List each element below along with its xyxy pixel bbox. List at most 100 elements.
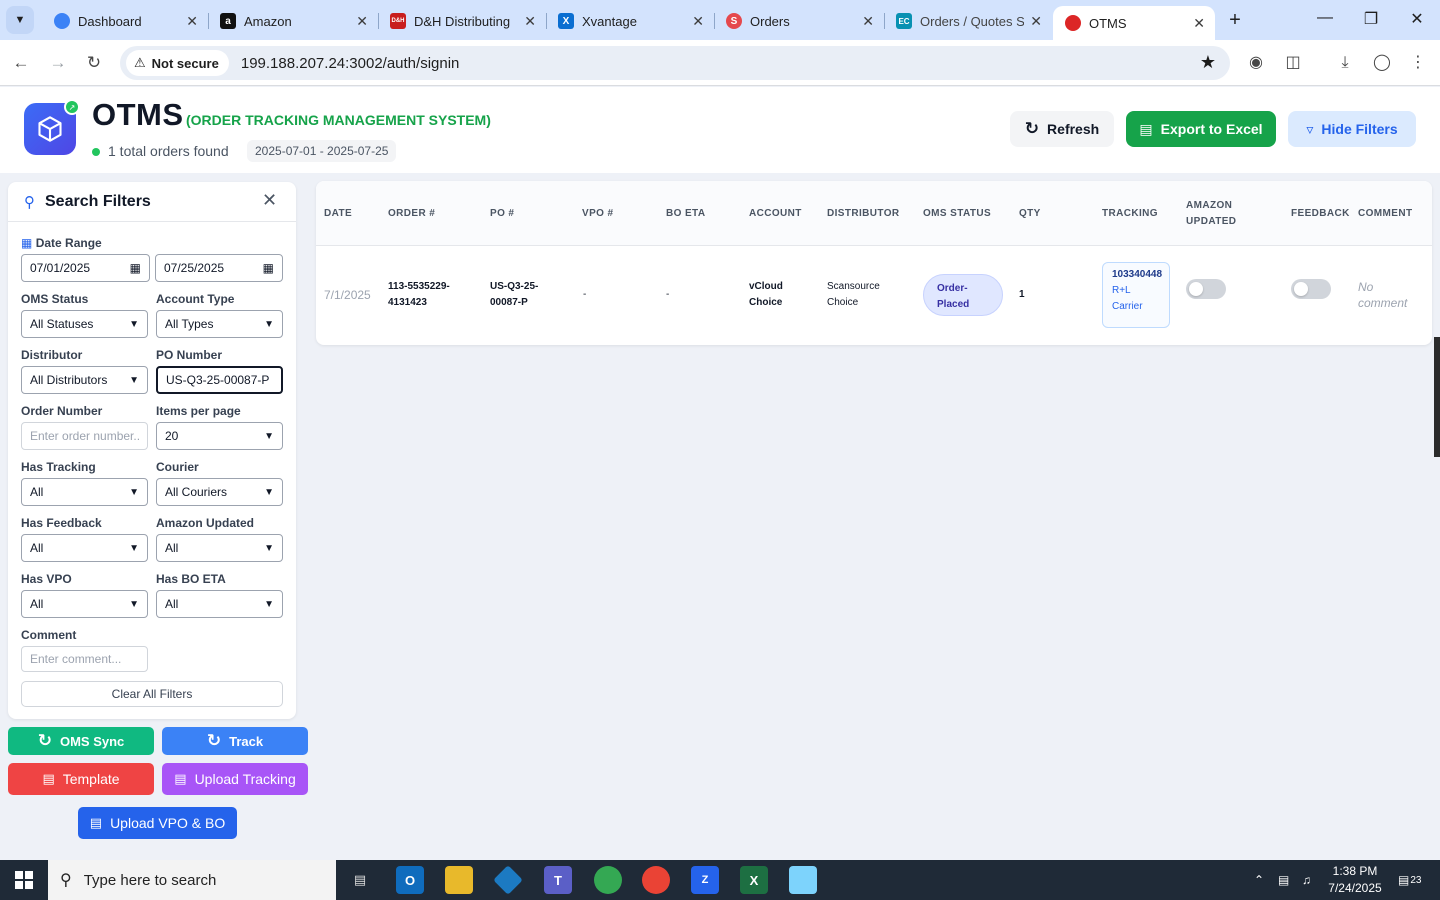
notifications-icon[interactable]: ▤ 23: [1398, 860, 1421, 900]
translate-globe-icon[interactable]: ◉: [1245, 52, 1267, 74]
row-bo-eta: -: [666, 289, 670, 300]
amazon-updated-toggle[interactable]: [1186, 279, 1226, 299]
tab-dh-distributing[interactable]: D&H D&H Distributing ✕: [378, 6, 547, 36]
close-tab-icon[interactable]: ✕: [186, 13, 198, 30]
tab-xvantage[interactable]: X Xvantage ✕: [546, 6, 715, 36]
tracking-cell[interactable]: 103340448 R+L Carrier: [1102, 262, 1170, 328]
col-date[interactable]: DATE: [324, 206, 352, 222]
extensions-icon[interactable]: ◫: [1282, 52, 1304, 74]
forward-arrow-icon[interactable]: →: [47, 52, 69, 74]
row-distributor: Scansource Choice: [827, 281, 880, 308]
col-order[interactable]: ORDER #: [388, 206, 435, 222]
chrome-profile-icon[interactable]: [642, 866, 670, 894]
outlook-icon[interactable]: O: [396, 866, 424, 894]
refresh-button[interactable]: ↻ Refresh: [1010, 111, 1114, 147]
volume-icon[interactable]: ♫: [1302, 860, 1311, 900]
notepad-icon[interactable]: [789, 866, 817, 894]
tab-amazon[interactable]: a Amazon ✕: [208, 6, 379, 36]
tray-chevron-up-icon[interactable]: ⌃: [1254, 860, 1264, 900]
col-bo-eta[interactable]: BO ETA: [666, 206, 705, 222]
file-explorer-icon[interactable]: [445, 866, 473, 894]
taskbar-search-input[interactable]: ⚲ Type here to search: [48, 860, 336, 900]
order-number-input[interactable]: Enter order number...: [21, 422, 148, 450]
col-account[interactable]: ACCOUNT: [749, 206, 802, 222]
oms-sync-button[interactable]: ↻ OMS Sync: [8, 727, 154, 755]
tab-search-chevron-icon[interactable]: ▼: [6, 6, 34, 34]
bookmark-star-icon[interactable]: ★: [1200, 52, 1216, 73]
menu-kebab-icon[interactable]: ⋮: [1407, 52, 1429, 74]
profile-icon[interactable]: ◯: [1371, 52, 1393, 74]
col-tracking[interactable]: TRACKING: [1102, 206, 1158, 222]
url-text[interactable]: 199.188.207.24:3002/auth/signin: [241, 55, 460, 72]
date-from-input[interactable]: 07/01/2025 ▦: [21, 254, 150, 282]
upload-tracking-button[interactable]: ▤ Upload Tracking: [162, 763, 308, 795]
po-number-input[interactable]: US-Q3-25-00087-P: [156, 366, 283, 394]
col-amazon-updated[interactable]: AMAZON UPDATED: [1186, 198, 1236, 230]
network-icon[interactable]: ▤: [1278, 860, 1289, 900]
clear-all-filters-button[interactable]: Clear All Filters: [21, 681, 283, 707]
has-tracking-select[interactable]: All ▼: [21, 478, 148, 506]
account-type-label: Account Type: [156, 292, 235, 306]
security-chip[interactable]: ⚠ Not secure: [126, 50, 229, 76]
tab-dashboard[interactable]: Dashboard ✕: [42, 6, 209, 36]
col-qty[interactable]: QTY: [1019, 206, 1041, 222]
close-tab-icon[interactable]: ✕: [356, 13, 368, 30]
date-to-input[interactable]: 07/25/2025 ▦: [155, 254, 283, 282]
windows-start-icon[interactable]: [0, 860, 48, 900]
close-tab-icon[interactable]: ✕: [692, 13, 704, 30]
oms-status-select[interactable]: All Statuses ▼: [21, 310, 148, 338]
row-po-number[interactable]: US-Q3-25- 00087-P: [490, 279, 538, 311]
close-tab-icon[interactable]: ✕: [1030, 13, 1042, 30]
close-tab-icon[interactable]: ✕: [862, 13, 874, 30]
hide-filters-button[interactable]: ▿ Hide Filters: [1288, 111, 1416, 147]
upload-vpo-bo-button[interactable]: ▤ Upload VPO & BO: [78, 807, 237, 839]
col-feedback[interactable]: FEEDBACK: [1291, 206, 1350, 222]
col-po[interactable]: PO #: [490, 206, 514, 222]
track-button[interactable]: ↻ Track: [162, 727, 308, 755]
template-button[interactable]: ▤ Template: [8, 763, 154, 795]
chrome-icon[interactable]: [594, 866, 622, 894]
has-bo-eta-select[interactable]: All ▼: [156, 590, 283, 618]
tab-otms[interactable]: OTMS ✕: [1053, 6, 1215, 40]
items-per-page-select[interactable]: 20 ▼: [156, 422, 283, 450]
export-excel-button[interactable]: ▤ Export to Excel: [1126, 111, 1276, 147]
restore-icon[interactable]: ❐: [1356, 9, 1386, 29]
search-icon: ⚲: [24, 194, 35, 211]
feedback-toggle[interactable]: [1291, 279, 1331, 299]
close-window-icon[interactable]: ✕: [1402, 9, 1432, 29]
taskbar-clock[interactable]: 1:38 PM 7/24/2025: [1316, 863, 1394, 897]
account-type-select[interactable]: All Types ▼: [156, 310, 283, 338]
col-comment[interactable]: COMMENT: [1358, 206, 1412, 222]
courier-select[interactable]: All Couriers ▼: [156, 478, 283, 506]
download-icon[interactable]: ⤓: [1334, 52, 1356, 74]
task-view-icon[interactable]: ▤: [346, 866, 374, 894]
close-tab-icon[interactable]: ✕: [1193, 15, 1205, 32]
excel-icon[interactable]: X: [740, 866, 768, 894]
comment-input[interactable]: Enter comment...: [21, 646, 148, 672]
has-feedback-select[interactable]: All ▼: [21, 534, 148, 562]
address-bar[interactable]: ⚠ Not secure 199.188.207.24:3002/auth/si…: [120, 46, 1230, 80]
calendar-picker-icon[interactable]: ▦: [263, 261, 274, 275]
row-order-number[interactable]: 113-5535229- 4131423: [388, 279, 450, 311]
new-tab-plus-icon[interactable]: +: [1224, 9, 1246, 31]
back-arrow-icon[interactable]: ←: [10, 52, 32, 74]
col-oms-status[interactable]: OMS STATUS: [923, 206, 991, 222]
trending-badge-icon: ↗: [64, 99, 80, 115]
col-distributor[interactable]: DISTRIBUTOR: [827, 206, 900, 222]
page-scrollbar[interactable]: [1434, 337, 1440, 457]
amazon-updated-select[interactable]: All ▼: [156, 534, 283, 562]
reload-icon[interactable]: ↻: [83, 52, 105, 74]
close-tab-icon[interactable]: ✕: [524, 13, 536, 30]
app-diamond-icon[interactable]: [493, 865, 523, 895]
calendar-picker-icon[interactable]: ▦: [130, 261, 141, 275]
close-filters-icon[interactable]: ✕: [262, 190, 277, 211]
distributor-select[interactable]: All Distributors ▼: [21, 366, 148, 394]
col-vpo[interactable]: VPO #: [582, 206, 613, 222]
row-comment[interactable]: No comment: [1358, 279, 1407, 311]
teams-icon[interactable]: T: [544, 866, 572, 894]
has-vpo-select[interactable]: All ▼: [21, 590, 148, 618]
tab-orders[interactable]: S Orders ✕: [714, 6, 885, 36]
zoho-icon[interactable]: Z: [691, 866, 719, 894]
minimize-icon[interactable]: —: [1310, 9, 1340, 27]
tab-orders-quotes[interactable]: EC Orders / Quotes S ✕: [884, 6, 1052, 36]
